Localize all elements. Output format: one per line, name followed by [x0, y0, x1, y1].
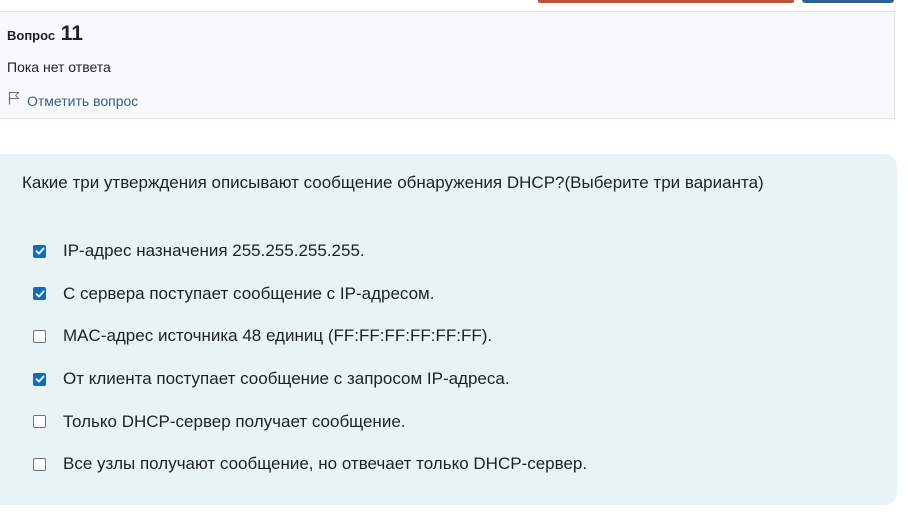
answer-checkbox[interactable]	[33, 415, 46, 429]
answer-list: IP-адрес назначения 255.255.255.255. С се…	[33, 230, 587, 486]
question-state: Пока нет ответа	[7, 59, 111, 75]
answer-checkbox[interactable]	[33, 329, 46, 343]
answer-label[interactable]: Все узлы получают сообщение, но отвечает…	[63, 454, 587, 474]
answer-option[interactable]: С сервера поступает сообщение с IP-адрес…	[33, 273, 587, 316]
answer-checkbox-checked[interactable]	[33, 287, 46, 301]
question-text: Какие три утверждения описывают сообщени…	[22, 173, 764, 192]
answer-checkbox-checked[interactable]	[33, 244, 46, 258]
answer-label[interactable]: MAC-адрес источника 48 единиц (FF:FF:FF:…	[63, 326, 492, 346]
top-button-partial-blue[interactable]	[802, 0, 894, 3]
top-button-partial-red[interactable]	[538, 0, 794, 3]
question-info-panel: Вопрос 11 Пока нет ответа Отметить вопро…	[0, 11, 895, 119]
question-label: Вопрос	[7, 28, 56, 43]
answer-option[interactable]: От клиента поступает сообщение с запросо…	[33, 358, 587, 401]
answer-option[interactable]: Только DHCP-сервер получает сообщение.	[33, 400, 587, 443]
answer-option[interactable]: MAC-адрес источника 48 единиц (FF:FF:FF:…	[33, 315, 587, 358]
flag-icon[interactable]	[7, 91, 27, 110]
flag-question-link[interactable]: Отметить вопрос	[7, 91, 138, 110]
top-navigation-edge	[0, 0, 908, 4]
answer-label[interactable]: IP-адрес назначения 255.255.255.255.	[63, 241, 365, 261]
answer-label[interactable]: Только DHCP-сервер получает сообщение.	[63, 412, 406, 432]
question-formulation: Какие три утверждения описывают сообщени…	[0, 154, 897, 505]
question-number: 11	[60, 22, 83, 45]
answer-checkbox[interactable]	[33, 457, 46, 471]
flag-question-label[interactable]: Отметить вопрос	[27, 93, 138, 109]
answer-label[interactable]: С сервера поступает сообщение с IP-адрес…	[63, 284, 434, 304]
answer-checkbox-checked[interactable]	[33, 372, 46, 386]
answer-label[interactable]: От клиента поступает сообщение с запросо…	[63, 369, 510, 389]
answer-option[interactable]: Все узлы получают сообщение, но отвечает…	[33, 443, 587, 486]
answer-option[interactable]: IP-адрес назначения 255.255.255.255.	[33, 230, 587, 273]
question-number-heading: Вопрос 11	[7, 22, 83, 46]
